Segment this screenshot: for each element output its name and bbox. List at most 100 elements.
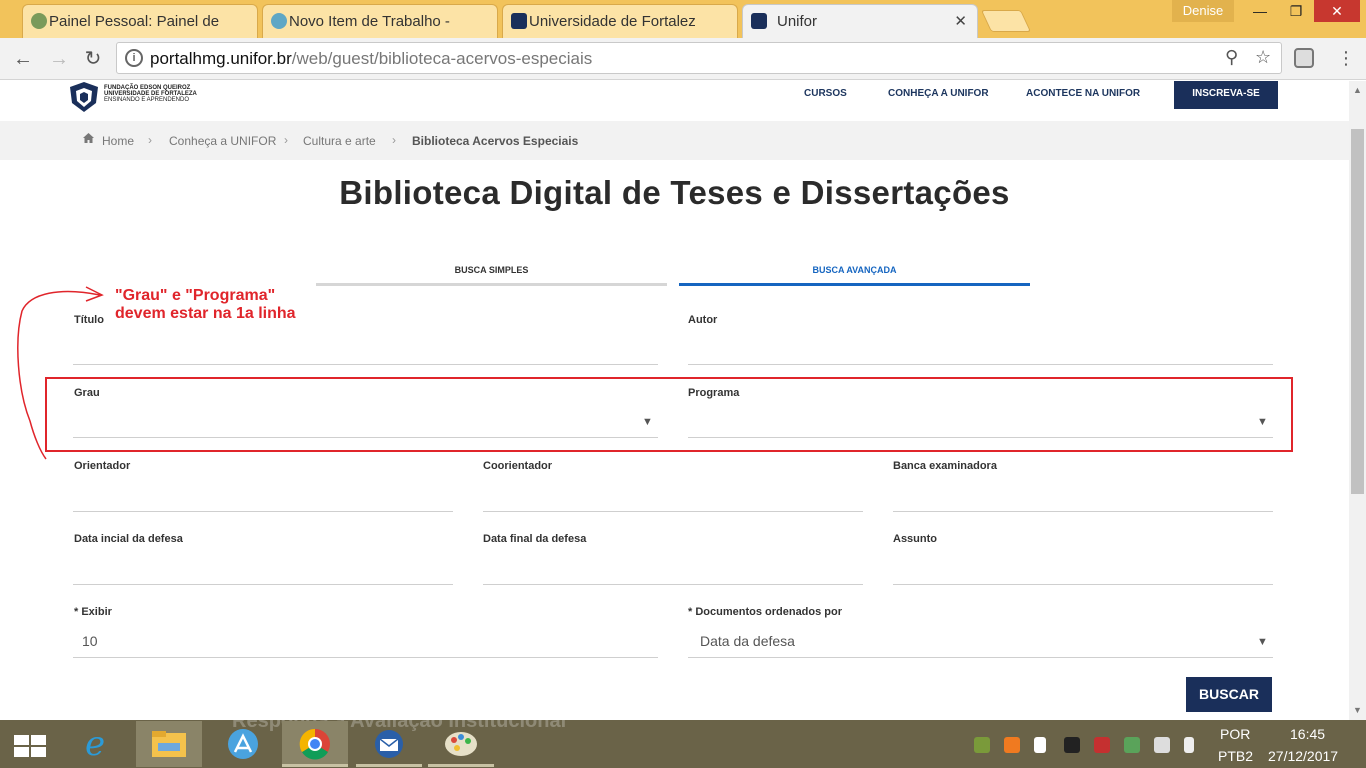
breadcrumb: Home › Conheça a UNIFOR › Cultura e arte… [0,121,1349,160]
reload-icon[interactable]: ↻ [80,46,106,72]
close-window-icon[interactable]: ✕ [1314,0,1360,22]
inscreva-se-button[interactable]: INSCREVA-SE [1174,81,1278,109]
ordenados-label: * Documentos ordenados por [688,606,843,618]
data-inicial-input[interactable] [73,584,453,585]
language-indicator[interactable]: POR [1220,726,1250,742]
tab-busca-avancada[interactable]: BUSCA AVANÇADA [679,265,1030,275]
new-tab-button[interactable] [980,10,1032,32]
internet-explorer-icon[interactable]: e [62,721,128,767]
url-text: portalhmg.unifor.br/web/guest/biblioteca… [150,49,592,69]
url-host: portalhmg.unifor.br [150,49,292,68]
breadcrumb-cultura[interactable]: Cultura e arte [303,134,376,148]
page-viewport: FUNDAÇÃO EDSON QUEIROZ UNIVERSIDADE DE F… [0,81,1349,720]
zoom-icon[interactable]: ⚲ [1225,47,1238,68]
tab-title: Painel Pessoal: Painel de [49,13,220,30]
ordenados-select[interactable] [688,657,1273,658]
app-store-icon[interactable] [210,721,276,767]
flag-icon[interactable] [1034,737,1046,753]
chrome-menu-icon[interactable]: ⋮ [1337,48,1355,69]
address-bar[interactable]: i portalhmg.unifor.br/web/guest/bibliote… [116,42,1282,74]
exibir-input[interactable] [73,657,658,658]
autor-input[interactable] [688,364,1273,365]
page-scrollbar[interactable]: ▲ ▼ [1349,81,1366,720]
buscar-button[interactable]: BUSCAR [1186,677,1272,712]
titulo-input[interactable] [73,364,658,365]
ordenados-value[interactable]: Data da defesa [700,633,795,649]
breadcrumb-separator: › [392,133,396,147]
clock-time[interactable]: 16:45 [1290,726,1325,742]
breadcrumb-current: Biblioteca Acervos Especiais [412,134,579,148]
thunderbird-icon[interactable] [356,721,422,767]
browser-toolbar: ← → ↻ i portalhmg.unifor.br/web/guest/bi… [0,38,1366,80]
browser-tab-unifor[interactable]: Unifor ✕ [742,4,978,38]
annotation-line: "Grau" e "Programa" [115,287,276,304]
chevron-down-icon[interactable]: ▼ [1257,636,1268,648]
data-inicial-label: Data incial da defesa [74,533,183,545]
orientador-label: Orientador [74,460,131,472]
scrollbar-thumb[interactable] [1351,129,1364,494]
annotation-highlight-box [45,377,1293,452]
unifor-logo-icon[interactable] [68,81,100,113]
scroll-up-icon[interactable]: ▲ [1349,85,1366,95]
file-explorer-icon[interactable] [136,721,202,767]
tab-title: Unifor [777,13,818,30]
assunto-label: Assunto [893,533,937,545]
logo-text: FUNDAÇÃO EDSON QUEIROZ UNIVERSIDADE DE F… [104,85,224,103]
scroll-down-icon[interactable]: ▼ [1349,705,1366,715]
volume-icon[interactable] [1184,737,1194,753]
tab-title: Novo Item de Trabalho - [289,13,450,30]
browser-tab-painel[interactable]: Painel Pessoal: Painel de [22,4,258,38]
exibir-value[interactable]: 10 [82,633,98,649]
coorientador-input[interactable] [483,511,863,512]
windows-start-icon[interactable] [14,735,46,757]
keyboard-layout[interactable]: PTB2 [1218,748,1253,764]
breadcrumb-conheca[interactable]: Conheça a UNIFOR [169,134,276,148]
back-arrow-icon[interactable]: ← [10,46,36,72]
annotation-text: "Grau" e "Programa" devem estar na 1a li… [115,287,296,323]
maximize-icon[interactable]: ❐ [1276,0,1316,22]
home-icon[interactable] [83,133,94,143]
extension-icon[interactable] [1294,48,1314,68]
minimize-icon[interactable]: — [1240,0,1280,22]
close-tab-icon[interactable]: ✕ [954,12,967,30]
globe-icon [271,13,287,29]
browser-tab-novo-item[interactable]: Novo Item de Trabalho - [262,4,498,38]
tab-underline [316,283,667,286]
chrome-icon[interactable] [282,721,348,767]
paint-icon[interactable] [428,721,494,767]
tray-check-icon[interactable] [1124,737,1140,753]
autor-label: Autor [688,314,718,326]
network-icon[interactable] [1154,737,1170,753]
data-final-input[interactable] [483,584,863,585]
nav-acontece-unifor[interactable]: ACONTECE NA UNIFOR [1026,88,1140,99]
unifor-shield-icon [751,13,767,29]
jazz-icon [31,13,47,29]
nav-conheca-unifor[interactable]: CONHEÇA A UNIFOR [888,88,989,99]
exibir-label: * Exibir [74,606,112,618]
unifor-shield-icon [511,13,527,29]
tab-title: Universidade de Fortalez [529,13,696,30]
svg-text:e: e [85,724,105,764]
tray-security-icon[interactable] [1064,737,1080,753]
logo-line: ENSINANDO E APRENDENDO [104,97,190,103]
annotation-line: devem estar na 1a linha [115,305,296,322]
profile-button[interactable]: Denise [1172,0,1234,22]
tray-antivirus-icon[interactable] [1094,737,1110,753]
breadcrumb-home[interactable]: Home [102,134,134,148]
nav-cursos[interactable]: CURSOS [804,88,847,99]
orientador-input[interactable] [73,511,453,512]
browser-tab-universidade[interactable]: Universidade de Fortalez [502,4,738,38]
breadcrumb-separator: › [148,133,152,147]
tray-java-icon[interactable] [1004,737,1020,753]
tab-busca-simples[interactable]: BUSCA SIMPLES [316,265,667,275]
bookmark-star-icon[interactable]: ☆ [1255,47,1271,68]
banca-input[interactable] [893,511,1273,512]
assunto-input[interactable] [893,584,1273,585]
forward-arrow-icon[interactable]: → [46,46,72,72]
tray-app-icon[interactable] [974,737,990,753]
url-path: /web/guest/biblioteca-acervos-especiais [291,49,593,68]
data-final-label: Data final da defesa [483,533,587,545]
info-icon[interactable]: i [125,49,143,67]
clock-date[interactable]: 27/12/2017 [1268,748,1338,764]
site-header: FUNDAÇÃO EDSON QUEIROZ UNIVERSIDADE DE F… [0,81,1349,121]
